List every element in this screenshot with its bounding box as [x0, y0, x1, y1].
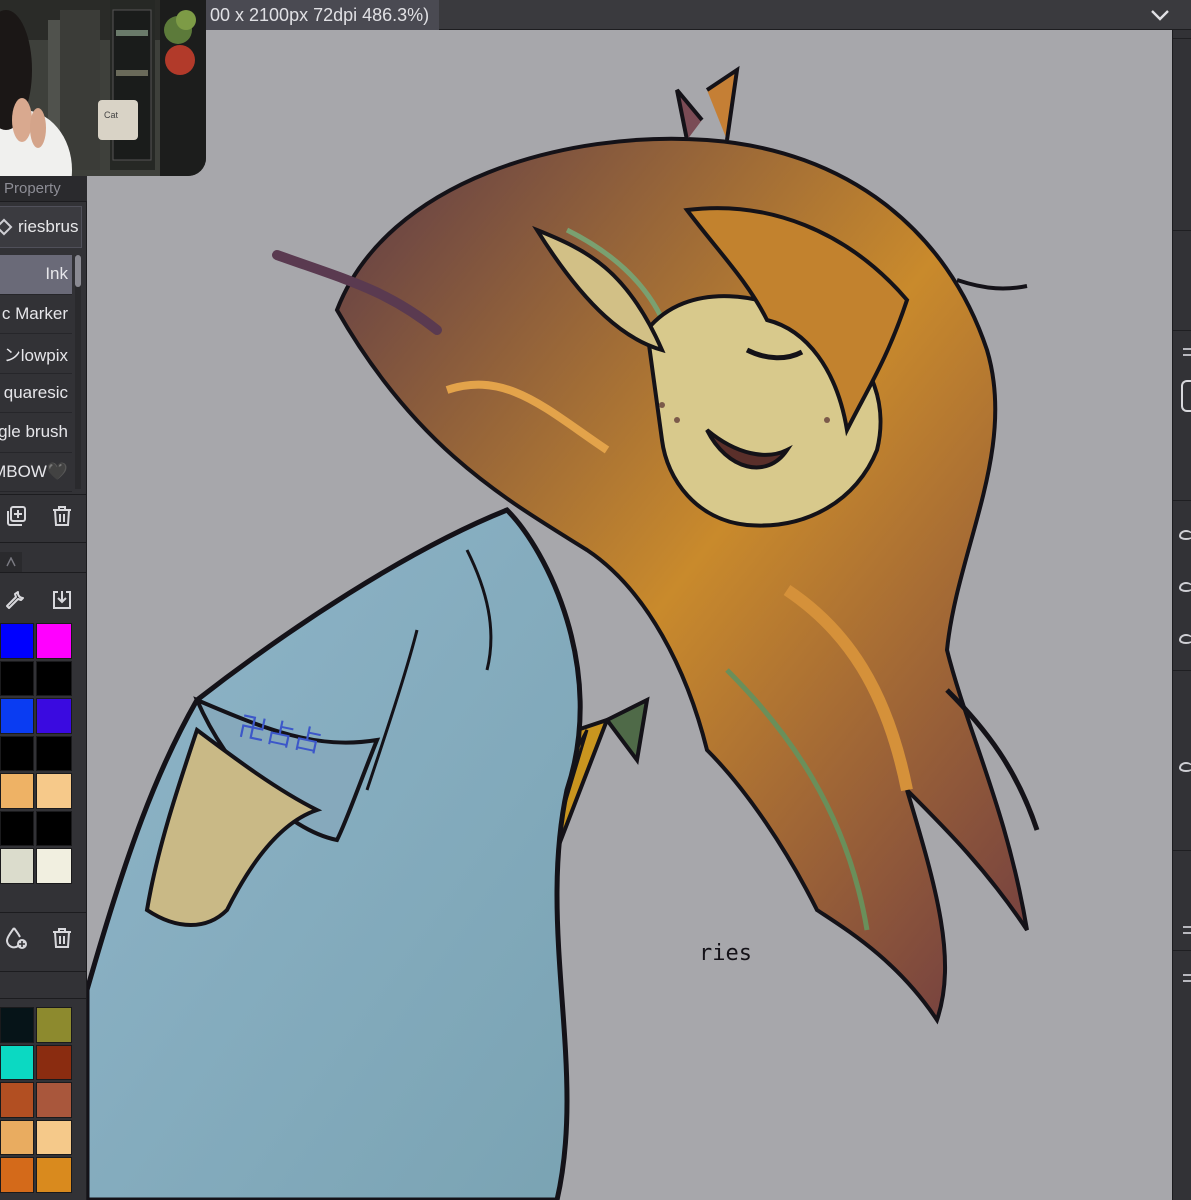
brush-item[interactable]: MBOW🖤 — [0, 453, 72, 492]
document-title: 00 x 2100px 72dpi 486.3%) — [210, 4, 430, 25]
brush-item[interactable]: quaresic — [0, 374, 72, 413]
divider — [1173, 950, 1191, 951]
document-tab[interactable]: 00 x 2100px 72dpi 486.3%) — [200, 0, 440, 30]
color-swatch[interactable] — [36, 773, 72, 809]
brush-property-panel: Property riesbrus Ink c Marker ンlowpix q… — [0, 176, 87, 1200]
color-swatch[interactable] — [0, 1044, 34, 1080]
brush-actions — [0, 502, 76, 530]
chevron-down-icon[interactable] — [1149, 4, 1171, 26]
divider — [0, 971, 87, 972]
color-swatch[interactable] — [0, 698, 34, 734]
brush-item[interactable]: ンlowpix — [0, 334, 72, 374]
duplicate-icon — [7, 506, 26, 526]
palette-settings-button[interactable] — [2, 586, 30, 614]
color-swatch[interactable] — [36, 1044, 72, 1080]
brush-item-label: gle brush — [0, 422, 68, 442]
color-swatch[interactable] — [36, 1157, 72, 1193]
brush-item[interactable]: c Marker — [0, 295, 72, 334]
color-palette-secondary — [0, 1007, 72, 1193]
color-swatch[interactable] — [36, 1119, 72, 1155]
divider — [0, 912, 87, 913]
eye-icon[interactable] — [1179, 634, 1191, 644]
triangle-icon — [6, 557, 16, 567]
brush-item[interactable]: gle brush — [0, 413, 72, 453]
color-swatch[interactable] — [36, 660, 72, 696]
current-brush-header[interactable]: riesbrus — [0, 206, 82, 248]
eye-icon[interactable] — [1179, 530, 1191, 540]
color-swatch[interactable] — [36, 623, 72, 659]
color-swatch[interactable] — [0, 623, 34, 659]
brush-item-label: MBOW🖤 — [0, 461, 68, 481]
color-swatch[interactable] — [0, 1119, 34, 1155]
divider — [1173, 500, 1191, 501]
menu-icon[interactable] — [1183, 348, 1191, 356]
svg-text:Cat: Cat — [104, 110, 119, 120]
import-palette-button[interactable] — [48, 586, 76, 614]
brush-tip-icon — [0, 218, 13, 236]
color-swatch[interactable] — [36, 735, 72, 771]
add-color-icon — [5, 927, 27, 949]
palette-tab[interactable] — [0, 552, 22, 572]
color-swatch[interactable] — [0, 810, 34, 846]
duplicate-brush-button[interactable] — [2, 502, 30, 530]
color-swatch[interactable] — [36, 848, 72, 884]
layer-mode-button[interactable] — [1181, 380, 1191, 412]
webcam-overlay: Cat — [0, 0, 206, 176]
drawing-canvas[interactable]: 卍占占 ries — [87, 30, 1172, 1200]
wrench-icon — [6, 591, 24, 609]
webcam-feed-image: Cat — [0, 0, 206, 176]
color-swatch[interactable] — [0, 848, 34, 884]
brush-item-label: Ink — [45, 264, 68, 284]
menu-icon[interactable] — [1183, 926, 1191, 934]
color-swatch[interactable] — [0, 1007, 34, 1043]
brush-list-scrollbar[interactable] — [75, 255, 81, 489]
brush-list-scroll-thumb[interactable] — [75, 255, 81, 287]
divider — [1173, 850, 1191, 851]
divider — [0, 572, 87, 573]
delete-brush-button[interactable] — [48, 502, 76, 530]
color-palette — [0, 623, 72, 884]
brush-item-label: quaresic — [3, 382, 68, 402]
color-swatch[interactable] — [0, 1082, 34, 1118]
eye-icon[interactable] — [1179, 582, 1191, 592]
divider — [1173, 230, 1191, 231]
divider — [1173, 330, 1191, 331]
palette2-actions — [0, 924, 76, 952]
signature-text: ries — [699, 941, 752, 966]
tab-property-label: Property — [4, 180, 61, 197]
artwork-image: 卍占占 ries — [87, 65, 1040, 1200]
color-swatch[interactable] — [0, 1157, 34, 1193]
divider — [0, 998, 87, 999]
add-color-button[interactable] — [2, 924, 30, 952]
brush-item[interactable]: Ink — [0, 255, 72, 295]
color-swatch[interactable] — [0, 773, 34, 809]
brush-item-label: ンlowpix — [3, 345, 68, 365]
brush-list: Ink c Marker ンlowpix quaresic gle brush … — [0, 255, 72, 492]
color-swatch[interactable] — [36, 810, 72, 846]
tab-property[interactable]: Property — [0, 176, 87, 202]
layer-panel-edge — [1172, 30, 1191, 1200]
delete-color-button[interactable] — [48, 924, 76, 952]
palette-actions — [0, 586, 76, 614]
divider — [0, 494, 87, 495]
divider — [1173, 670, 1191, 671]
color-swatch[interactable] — [0, 735, 34, 771]
current-brush-name: riesbrus — [18, 217, 79, 236]
color-swatch[interactable] — [36, 698, 72, 734]
color-swatch[interactable] — [36, 1082, 72, 1118]
menu-icon[interactable] — [1183, 974, 1191, 982]
brush-item-label: c Marker — [1, 303, 68, 323]
import-icon — [53, 591, 71, 609]
color-swatch[interactable] — [36, 1007, 72, 1043]
divider — [1173, 38, 1191, 39]
trash-icon — [53, 506, 71, 526]
eye-icon[interactable] — [1179, 762, 1191, 772]
color-swatch[interactable] — [0, 660, 34, 696]
trash-icon — [53, 928, 71, 948]
divider — [0, 542, 87, 543]
